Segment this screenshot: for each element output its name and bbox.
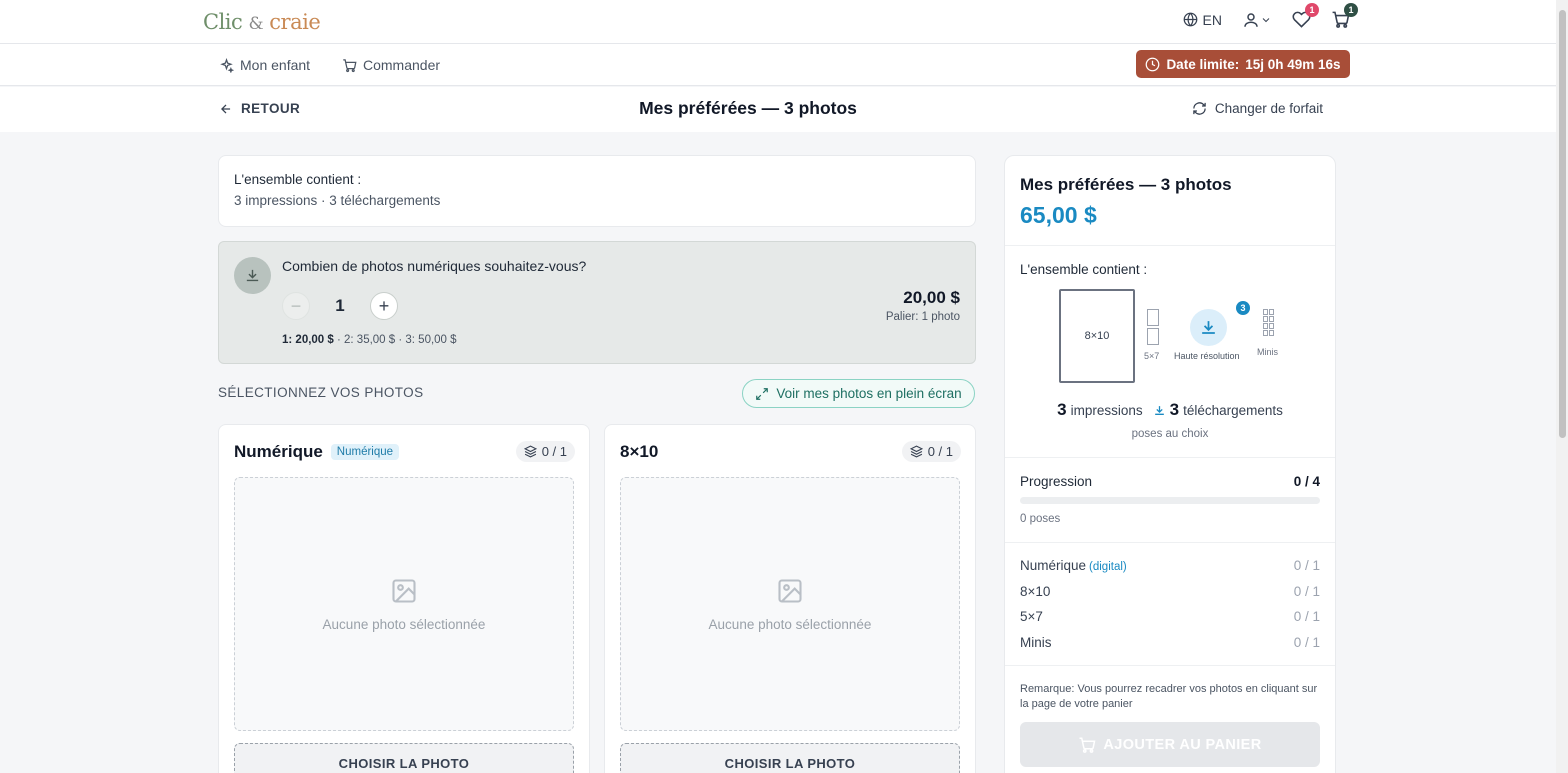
cart-button[interactable]: 1 <box>1331 3 1358 29</box>
format-row-8x10: 8×10 0 / 1 <box>1020 584 1320 599</box>
package-summary: 3 impressions 3 téléchargements <box>1057 400 1283 419</box>
wishlist-button[interactable]: 1 <box>1292 3 1319 29</box>
globe-icon <box>1183 12 1198 27</box>
price-tiers: 1: 20,00 $ · 2: 35,00 $ · 3: 50,00 $ <box>282 334 457 346</box>
progress-bar <box>1020 497 1320 504</box>
choose-photo-button[interactable]: CHOISIR LA PHOTO <box>234 743 574 773</box>
refresh-icon <box>1192 101 1207 116</box>
add-to-cart-button[interactable]: AJOUTER AU PANIER <box>1020 722 1320 767</box>
slot-title: Numérique Numérique <box>234 442 400 462</box>
increase-button[interactable]: + <box>370 292 398 320</box>
deadline-label: Date limite: <box>1166 56 1240 72</box>
hires-label: Haute résolution <box>1174 351 1240 361</box>
download-icon <box>1153 404 1166 417</box>
image-icon <box>776 577 804 605</box>
empty-slot-text: Aucune photo sélectionnée <box>708 616 872 632</box>
clock-icon <box>1145 57 1160 72</box>
expand-icon <box>755 387 769 401</box>
quantity-value: 1 <box>335 296 345 315</box>
format-row-digital: Numérique (digital) 0 / 1 <box>1020 558 1320 573</box>
page-subheader: Mes préférées — 3 photos RETOUR Changer … <box>0 87 1556 132</box>
progress-value: 0 / 4 <box>1293 474 1320 489</box>
select-photos-heading: SÉLECTIONNEZ VOS PHOTOS <box>218 385 424 400</box>
choose-photo-button[interactable]: CHOISIR LA PHOTO <box>620 743 960 773</box>
header-actions: EN 1 1 <box>1183 3 1358 29</box>
digital-price-amount: 20,00 $ <box>903 288 960 307</box>
wishlist-count-badge: 1 <box>1305 3 1319 17</box>
layers-icon <box>909 445 923 458</box>
slot-count: 0 / 1 <box>515 441 575 462</box>
fullscreen-button[interactable]: Voir mes photos en plein écran <box>742 379 975 408</box>
divider <box>1005 542 1335 543</box>
poses-note: poses au choix <box>1131 428 1209 440</box>
change-plan-button[interactable]: Changer de forfait <box>1192 101 1323 116</box>
nav-my-child[interactable]: Mon enfant <box>219 57 310 73</box>
digital-price-tier: Palier: 1 photo <box>885 311 960 323</box>
language-label: EN <box>1202 11 1222 28</box>
photo-dropzone[interactable]: Aucune photo sélectionnée <box>234 477 574 731</box>
slot-title: 8×10 <box>620 442 659 461</box>
package-price: 65,00 $ <box>1020 202 1097 228</box>
slot-count: 0 / 1 <box>901 441 961 462</box>
digital-question: Combien de photos numériques souhaitez-v… <box>282 258 587 274</box>
arrow-left-icon <box>219 102 233 116</box>
minus-icon: − <box>290 295 302 316</box>
digital-tag: Numérique <box>330 444 400 460</box>
sparkles-icon <box>219 57 234 73</box>
deadline-value: 15j 0h 49m 16s <box>1245 56 1341 72</box>
contents-summary: 3 impressions · 3 téléchargements <box>234 193 441 208</box>
print-5x7-label: 5×7 <box>1144 351 1160 361</box>
print-5x7-illustration <box>1147 309 1159 347</box>
crop-note: Remarque: Vous pourrez recadrer vos phot… <box>1020 683 1318 710</box>
print-8x10-illustration: 8×10 <box>1059 289 1135 383</box>
account-menu[interactable] <box>1242 11 1272 29</box>
back-button[interactable]: RETOUR <box>219 101 300 116</box>
progress-label: Progression <box>1020 474 1093 489</box>
package-summary-panel: Mes préférées — 3 photos 65,00 $ L'ensem… <box>1004 155 1336 773</box>
download-icon <box>1190 309 1227 346</box>
plus-icon: + <box>378 295 390 316</box>
digital-price: 20,00 $ Palier: 1 photo <box>886 288 960 323</box>
user-icon <box>1242 11 1260 29</box>
minis-illustration <box>1263 309 1274 336</box>
page-scrollbar[interactable] <box>1556 0 1568 773</box>
package-contents-card: L'ensemble contient : 3 impressions · 3 … <box>218 155 976 227</box>
nav-order[interactable]: Commander <box>342 57 440 73</box>
photo-slot-8x10: 8×10 0 / 1 Aucune photo sélectionnée CHO… <box>604 424 976 773</box>
divider <box>1005 245 1335 246</box>
photo-dropzone[interactable]: Aucune photo sélectionnée <box>620 477 960 731</box>
empty-slot-text: Aucune photo sélectionnée <box>322 616 486 632</box>
digital-photos-selector: Combien de photos numériques souhaitez-v… <box>218 241 976 364</box>
chevron-down-icon <box>1260 14 1272 26</box>
cart-icon <box>1078 736 1096 754</box>
divider <box>1005 457 1335 458</box>
contents-heading: L'ensemble contient : <box>234 172 362 187</box>
package-title: Mes préférées — 3 photos <box>1020 175 1232 194</box>
cart-count-badge: 1 <box>1344 3 1358 17</box>
deadline-countdown: Date limite: 15j 0h 49m 16s <box>1136 50 1350 78</box>
cart-icon <box>342 58 357 73</box>
quantity-stepper: − 1 + <box>282 292 398 320</box>
hires-count-badge: 3 <box>1236 301 1250 315</box>
progress-poses: 0 poses <box>1020 513 1061 525</box>
minis-label: Minis <box>1257 347 1279 357</box>
format-row-minis: Minis 0 / 1 <box>1020 635 1320 650</box>
top-header: Clic & craie EN 1 1 <box>0 0 1556 44</box>
decrease-button[interactable]: − <box>282 292 310 320</box>
format-row-5x7: 5×7 0 / 1 <box>1020 609 1320 624</box>
scrollbar-thumb[interactable] <box>1559 10 1566 438</box>
layers-icon <box>523 445 537 458</box>
photo-slot-digital: Numérique Numérique 0 / 1 Aucune photo s… <box>218 424 590 773</box>
package-visual: 8×10 5×7 3 Haute résolution Minis <box>1059 289 1299 385</box>
language-switcher[interactable]: EN <box>1183 12 1222 28</box>
logo[interactable]: Clic & craie <box>203 10 321 34</box>
download-icon <box>234 257 271 294</box>
image-icon <box>390 577 418 605</box>
package-contains-heading: L'ensemble contient : <box>1020 262 1148 277</box>
divider <box>1005 665 1335 666</box>
main-nav: Mon enfant Commander Date limite: 15j 0h… <box>0 44 1556 86</box>
